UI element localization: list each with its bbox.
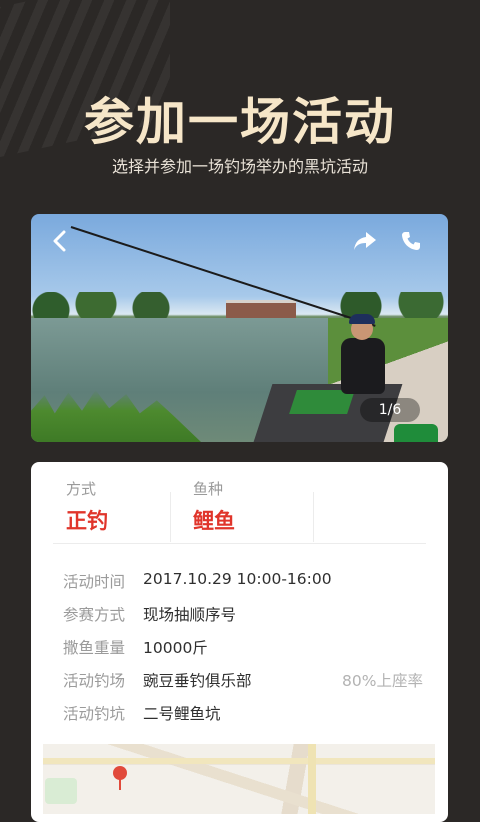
activity-stats: 方式 正钓 鱼种 鲤鱼	[31, 478, 448, 542]
stat-method-value: 正钓	[66, 509, 108, 533]
detail-row-venue[interactable]: 活动钓场 豌豆垂钓俱乐部 80%上座率	[63, 669, 423, 702]
detail-row-stock-weight: 撒鱼重量 10000斤	[63, 636, 423, 669]
angler-body	[341, 338, 385, 394]
venue-photo-carousel[interactable]: 1/6	[31, 214, 448, 442]
page-title: 参加一场活动	[84, 93, 396, 151]
photo-building	[226, 300, 296, 319]
divider	[170, 492, 171, 542]
detail-label: 活动钓场	[63, 672, 126, 690]
stat-method: 方式 正钓	[66, 478, 166, 533]
activity-details: 活动时间 2017.10.29 10:00-16:00 参赛方式 现场抽顺序号 …	[63, 570, 423, 735]
detail-label: 活动时间	[63, 573, 126, 591]
detail-label: 活动钓坑	[63, 705, 126, 723]
detail-value[interactable]: 豌豆垂钓俱乐部	[143, 669, 252, 691]
map-road	[43, 758, 435, 764]
detail-value: 10000斤	[143, 639, 208, 657]
divider	[313, 492, 314, 542]
photo-bucket	[394, 424, 438, 442]
detail-row-pond: 活动钓坑 二号鲤鱼坑	[63, 702, 423, 735]
chevron-left-icon[interactable]	[45, 226, 75, 256]
stat-fish-value: 鲤鱼	[193, 509, 235, 533]
detail-value: 二号鲤鱼坑	[143, 705, 221, 723]
phone-icon[interactable]	[396, 226, 426, 256]
photo-angler	[323, 312, 393, 412]
detail-value: 现场抽顺序号	[143, 606, 237, 624]
page-subtitle: 选择并参加一场钓场举办的黑坑活动	[111, 157, 368, 176]
map-park	[45, 778, 77, 804]
detail-label: 撒鱼重量	[63, 639, 126, 657]
location-map[interactable]	[43, 744, 435, 814]
activity-card: 方式 正钓 鱼种 鲤鱼 活动时间 2017.10.29 10:00-16:00 …	[31, 462, 448, 822]
detail-value: 2017.10.29 10:00-16:00	[143, 570, 332, 588]
occupancy-rate: 80%上座率	[342, 672, 423, 690]
photo-counter: 1/6	[360, 398, 420, 422]
stat-fish-species: 鱼种 鲤鱼	[193, 478, 293, 533]
stat-fish-label: 鱼种	[193, 480, 224, 498]
map-road	[308, 744, 316, 814]
angler-cap	[349, 314, 375, 324]
share-icon[interactable]	[350, 226, 380, 256]
detail-label: 参赛方式	[63, 606, 126, 624]
divider	[53, 543, 426, 544]
stat-method-label: 方式	[66, 480, 97, 498]
detail-row-entry-method: 参赛方式 现场抽顺序号	[63, 603, 423, 636]
map-pin-icon[interactable]	[113, 766, 127, 790]
detail-row-time: 活动时间 2017.10.29 10:00-16:00	[63, 570, 423, 603]
